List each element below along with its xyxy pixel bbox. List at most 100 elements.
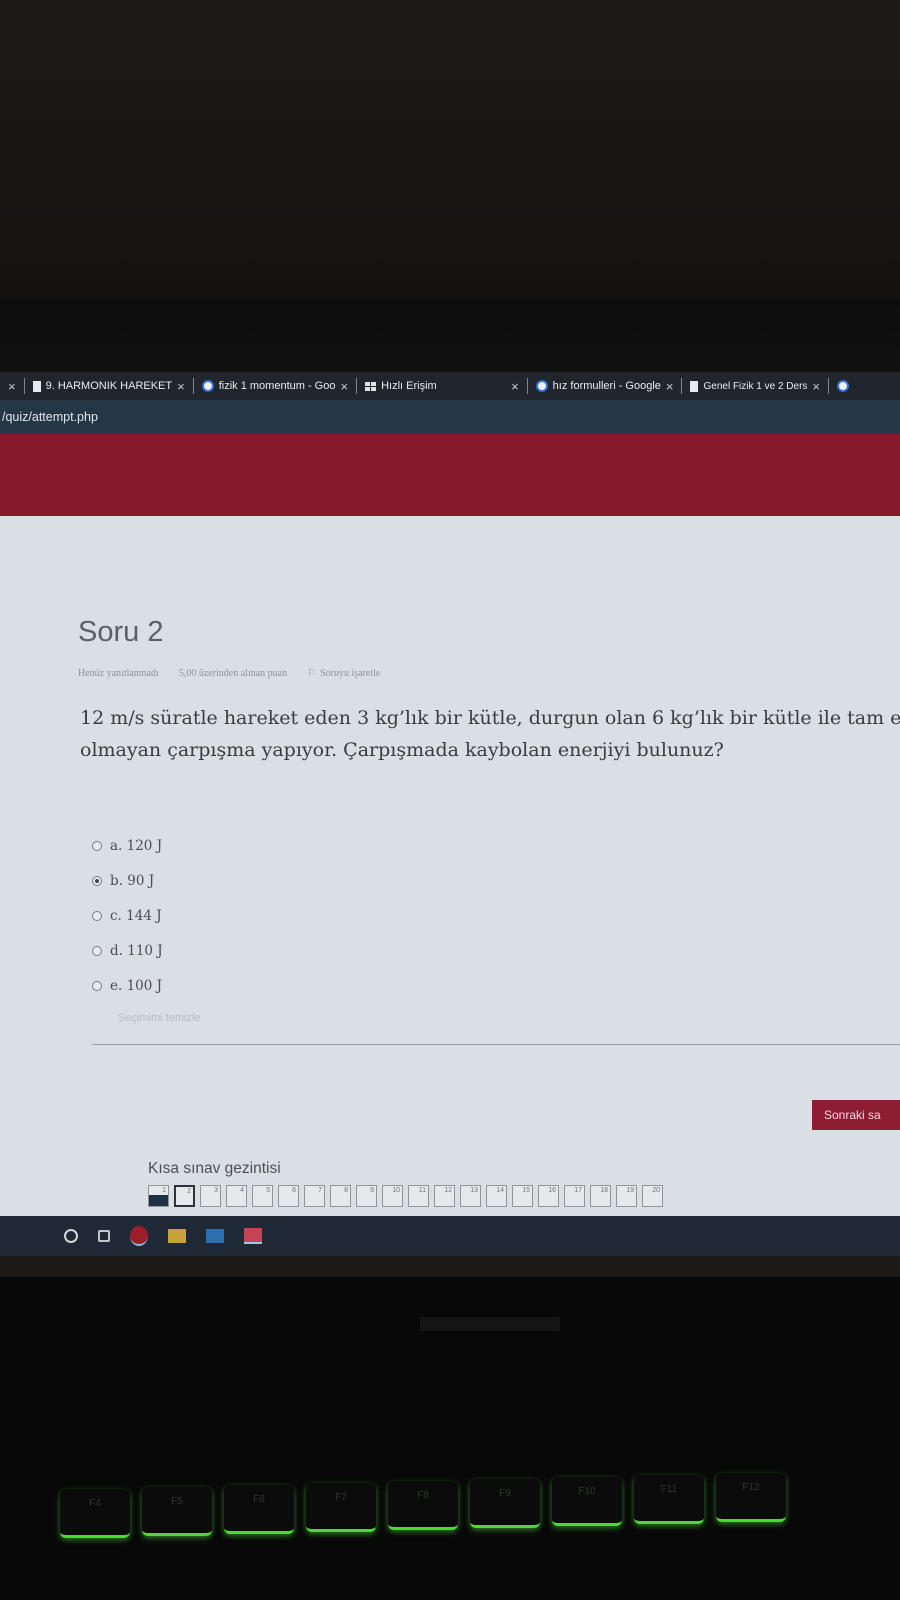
quiz-nav-button[interactable]: 1 [148, 1185, 169, 1207]
keyboard-key: F8 [388, 1481, 458, 1530]
radio-button-selected[interactable] [92, 875, 102, 886]
question-title: Soru 2 [78, 616, 164, 648]
quiz-nav-button[interactable]: 3 [200, 1185, 221, 1207]
quiz-nav-button[interactable]: 13 [460, 1185, 481, 1207]
tab-genel-fizik[interactable]: Genel Fizik 1 ve 2 Ders × [682, 372, 828, 400]
google-icon [201, 380, 214, 392]
tab-hizli-erisim[interactable]: Hızlı Erişim [357, 372, 503, 400]
question-text-line: 12 m/s süratle hareket eden 3 kg’lık bir… [80, 707, 900, 729]
quiz-nav-button[interactable]: 20 [642, 1185, 663, 1207]
browser-tab-strip: × 9. HARMONIK HAREKET × fizik 1 momentum… [0, 372, 900, 400]
quiz-nav-button[interactable]: 18 [590, 1185, 611, 1207]
task-view-icon[interactable] [98, 1230, 110, 1242]
clear-selection-link[interactable]: Seçimimi temizle [118, 1012, 201, 1024]
file-explorer-icon[interactable] [168, 1229, 186, 1243]
app-icon[interactable] [244, 1228, 262, 1244]
tab-title: Genel Fizik 1 ve 2 Ders [703, 380, 808, 392]
document-icon [32, 380, 41, 392]
close-icon[interactable]: × [8, 379, 16, 394]
mail-icon[interactable] [206, 1229, 224, 1243]
google-icon [837, 380, 850, 392]
close-icon[interactable]: × [511, 379, 519, 394]
quiz-nav-button[interactable]: 6 [278, 1185, 299, 1207]
tab-hiz-formulleri[interactable]: hız formulleri - Google × [528, 372, 682, 400]
tab-partial[interactable] [829, 372, 857, 400]
quiz-nav-button[interactable]: 10 [382, 1185, 403, 1207]
answer-options: a. 120 J b. 90 J c. 144 J d. 110 J e. 10… [92, 828, 163, 1003]
laptop-keyboard-area: F4 F5 F6 F7 F8 F9 F10 F11 F12 [0, 1277, 900, 1600]
close-icon[interactable]: × [177, 379, 185, 394]
tab-fizik-momentum[interactable]: fizik 1 momentum - Goo × [194, 372, 356, 400]
background-wall [0, 0, 900, 330]
option-label[interactable]: c. 144 J [110, 908, 162, 924]
monitor-screen: × 9. HARMONIK HAREKET × fizik 1 momentum… [0, 372, 900, 1277]
laptop-logo [420, 1317, 560, 1331]
quiz-nav-button[interactable]: 17 [564, 1185, 585, 1207]
quiz-nav-button[interactable]: 14 [486, 1185, 507, 1207]
quiz-nav-button[interactable]: 19 [616, 1185, 637, 1207]
keyboard-key: F7 [306, 1483, 376, 1532]
flag-question-link[interactable]: ⚐ Soruyu işaretle [307, 668, 380, 679]
quiz-nav-button[interactable]: 9 [356, 1185, 377, 1207]
question-meta: Henüz yanıtlanmadı 5,00 üzerinden alınan… [78, 668, 380, 679]
next-page-button[interactable]: Sonraki sa [812, 1100, 900, 1130]
tab-title: Hızlı Erişim [381, 380, 437, 392]
close-icon[interactable]: × [340, 379, 348, 394]
keyboard-key: F12 [716, 1473, 786, 1522]
quiz-nav-button[interactable]: 7 [304, 1185, 325, 1207]
tab-title: hız formulleri - Google [552, 380, 661, 392]
keyboard-key: F9 [470, 1479, 540, 1528]
keyboard-key: F10 [552, 1477, 622, 1526]
tab-harmonik-hareket[interactable]: 9. HARMONIK HAREKET × [25, 372, 193, 400]
option-d[interactable]: d. 110 J [92, 933, 163, 968]
site-header-bar [0, 434, 900, 516]
flag-icon[interactable]: ⚐ [307, 668, 316, 679]
quiz-nav-button[interactable]: 15 [512, 1185, 533, 1207]
radio-button[interactable] [92, 910, 102, 921]
keyboard-key: F11 [634, 1475, 704, 1524]
option-label[interactable]: b. 90 J [110, 873, 154, 889]
quiz-page: Soru 2 Henüz yanıtlanmadı 5,00 üzerinden… [0, 516, 900, 1216]
quiz-navigation-title: Kısa sınav gezintisi [148, 1160, 281, 1177]
radio-button[interactable] [92, 980, 102, 991]
keyboard-key: F5 [142, 1487, 212, 1536]
windows-taskbar [0, 1216, 900, 1256]
close-icon[interactable]: × [812, 379, 820, 394]
question-points: 5,00 üzerinden alınan puan [178, 668, 288, 679]
quiz-nav-button[interactable]: 2 [174, 1185, 195, 1207]
flag-label[interactable]: Soruyu işaretle [320, 668, 380, 679]
address-bar[interactable]: /quiz/attempt.php [0, 400, 900, 434]
option-e[interactable]: e. 100 J [92, 968, 163, 1003]
quiz-nav-button[interactable]: 5 [252, 1185, 273, 1207]
option-label[interactable]: a. 120 J [110, 838, 162, 854]
question-status: Henüz yanıtlanmadı [78, 668, 159, 679]
document-icon [690, 380, 699, 392]
option-b[interactable]: b. 90 J [92, 863, 163, 898]
quiz-nav-button[interactable]: 16 [538, 1185, 559, 1207]
option-label[interactable]: e. 100 J [110, 978, 162, 994]
keyboard-key: F6 [224, 1485, 294, 1534]
tab-close-hizli[interactable]: × [503, 372, 527, 400]
google-icon [535, 380, 548, 392]
close-icon[interactable]: × [666, 379, 674, 394]
search-icon[interactable] [64, 1229, 78, 1243]
quiz-nav-button[interactable]: 11 [408, 1185, 429, 1207]
apps-grid-icon [365, 381, 377, 391]
tab-title: fizik 1 momentum - Goo [218, 380, 336, 392]
keyboard-row: F4 F5 F6 F7 F8 F9 F10 F11 F12 [0, 1467, 900, 1600]
option-a[interactable]: a. 120 J [92, 828, 163, 863]
option-label[interactable]: d. 110 J [110, 943, 163, 959]
radio-button[interactable] [92, 945, 102, 956]
monitor-bezel [0, 300, 900, 380]
url-text[interactable]: /quiz/attempt.php [2, 410, 98, 424]
quiz-nav-button[interactable]: 8 [330, 1185, 351, 1207]
quiz-nav-button[interactable]: 12 [434, 1185, 455, 1207]
opera-browser-icon[interactable] [130, 1226, 148, 1246]
option-c[interactable]: c. 144 J [92, 898, 163, 933]
quiz-navigation-grid: 1 2 3 4 5 6 7 8 9 10 11 12 13 14 15 16 17 18 19 20 [148, 1185, 663, 1207]
tab-title: 9. HARMONIK HAREKET [45, 380, 173, 392]
divider [92, 1044, 900, 1045]
radio-button[interactable] [92, 840, 102, 851]
tab-close-previous[interactable]: × [0, 372, 24, 400]
quiz-nav-button[interactable]: 4 [226, 1185, 247, 1207]
